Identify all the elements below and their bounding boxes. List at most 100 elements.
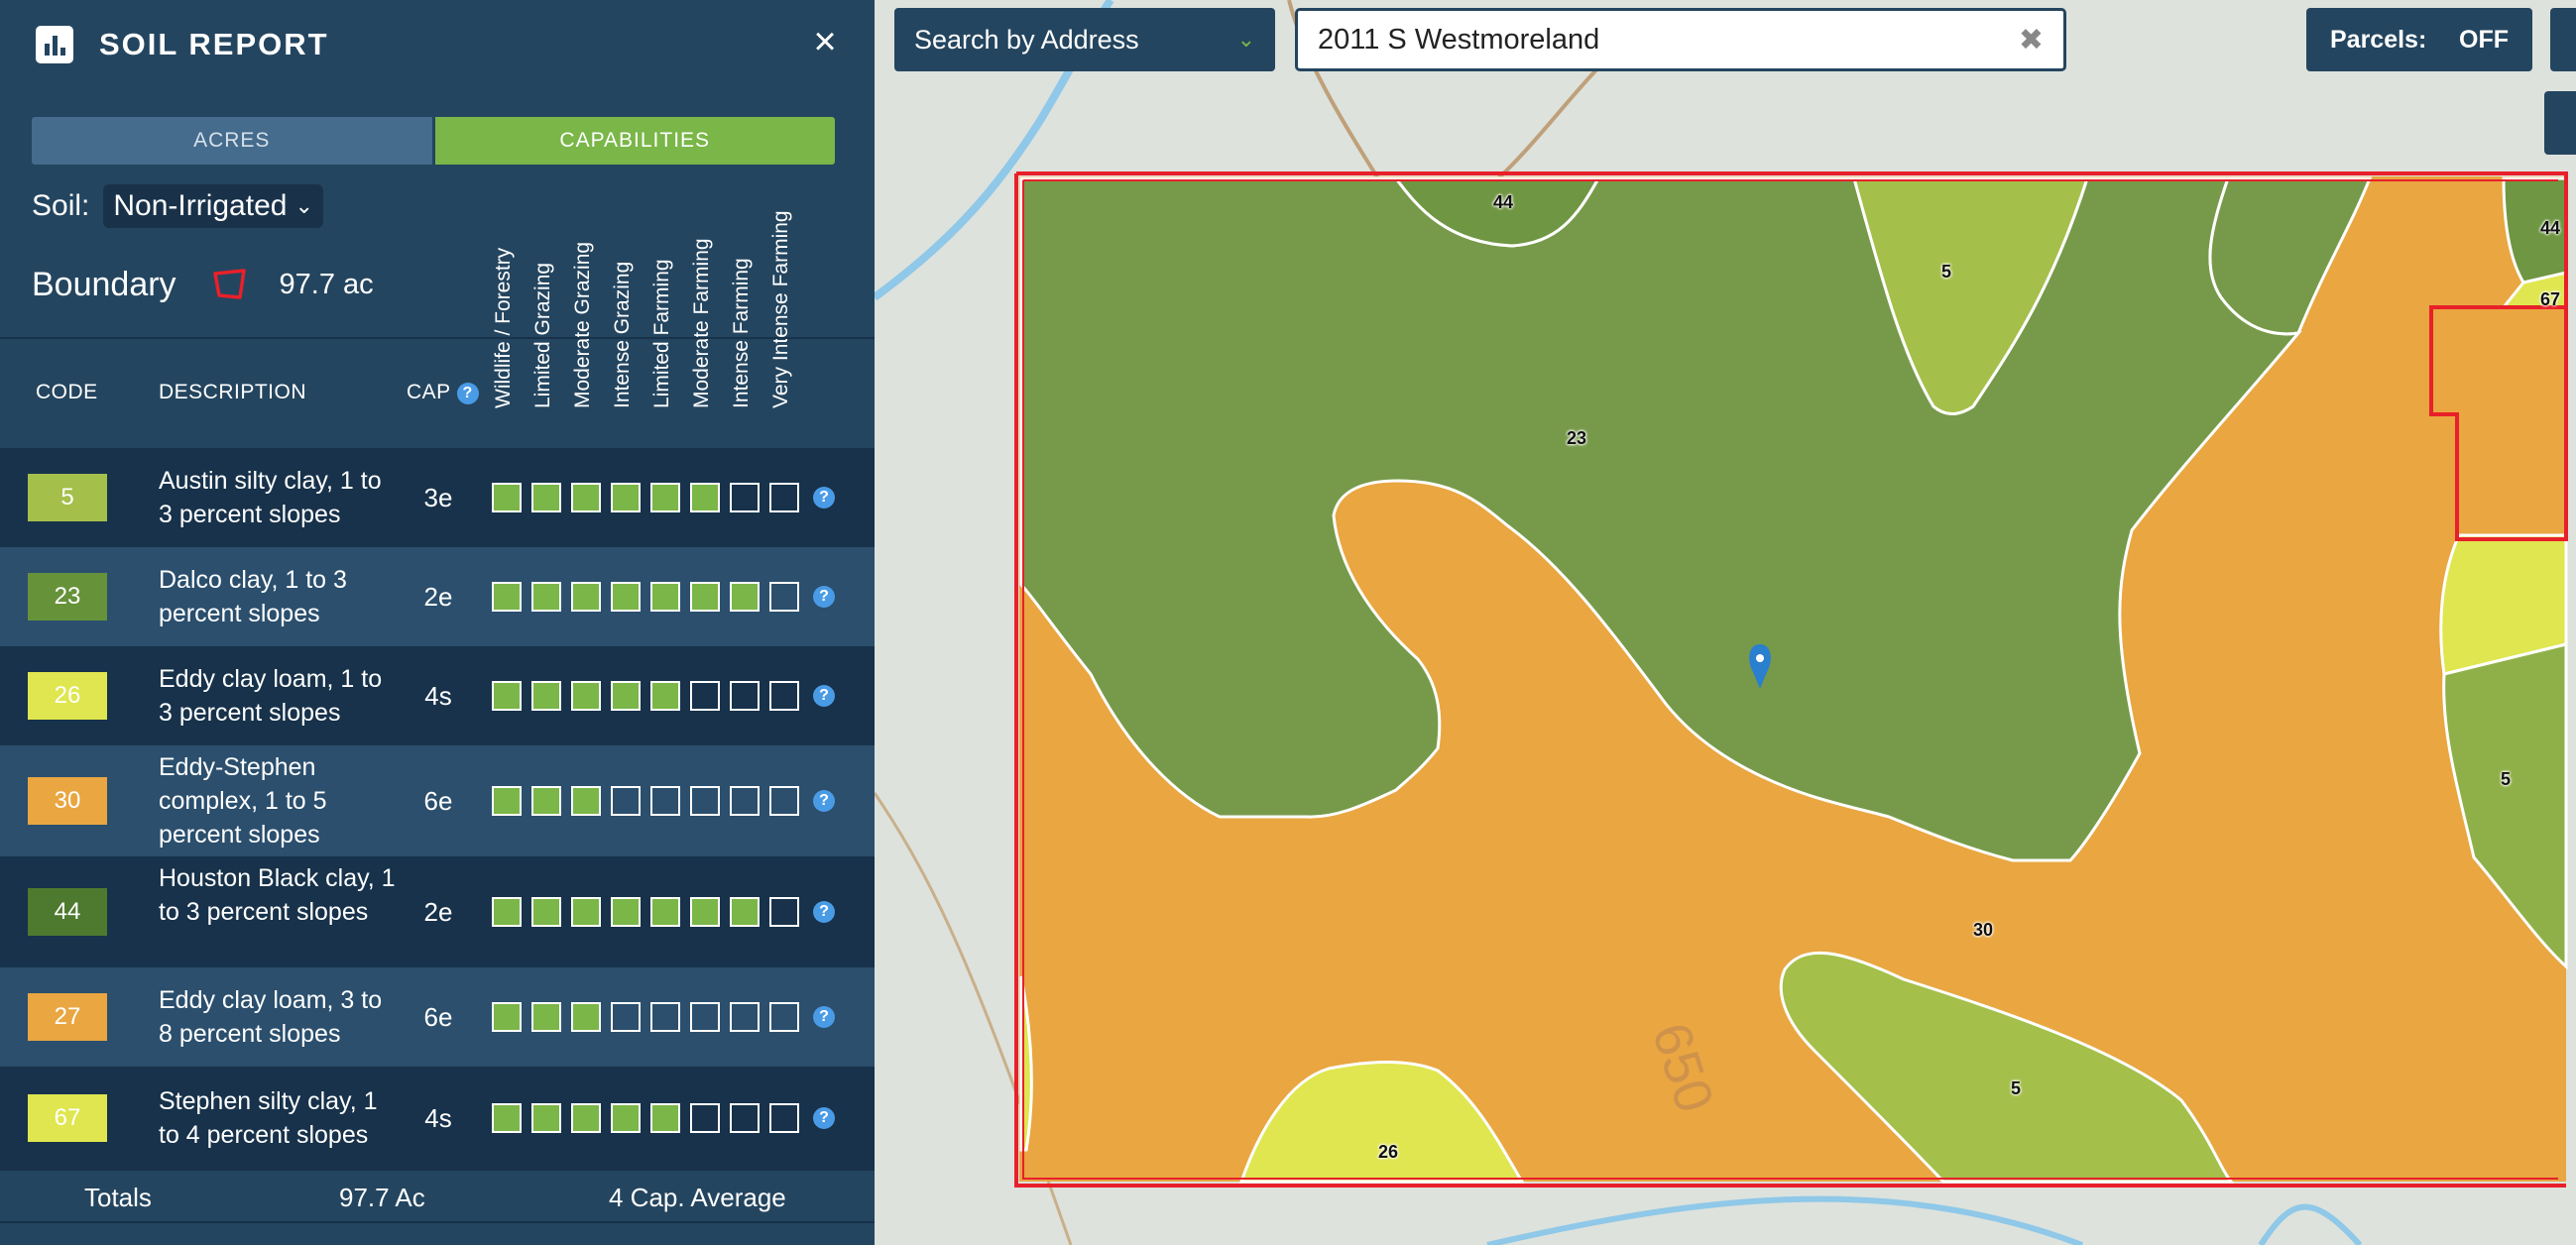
map-view[interactable]: 44 5 23 44 67 5 30 5 26 650 <box>875 0 2576 1245</box>
capability-box <box>611 483 641 512</box>
cap-header: Wildlife / Forestry <box>492 247 515 408</box>
parcels-state: OFF <box>2459 25 2509 54</box>
capability-class: 4s <box>424 681 452 711</box>
divider <box>0 337 875 339</box>
tab-acres[interactable]: ACRES <box>32 117 432 165</box>
capability-box <box>492 1002 522 1032</box>
soil-label: 23 <box>1567 428 1587 448</box>
address-search-value: 2011 S Westmoreland <box>1318 23 1600 56</box>
totals-row: Totals 97.7 Ac 4 Cap. Average <box>0 1170 875 1223</box>
soil-label: 26 <box>1378 1142 1399 1162</box>
parcels-toggle[interactable]: Parcels: OFF <box>2306 8 2532 71</box>
soil-type-value: Non-Irrigated <box>113 189 288 222</box>
capability-box <box>492 483 522 512</box>
soil-label: 5 <box>1941 262 1952 282</box>
help-icon[interactable]: ? <box>813 1006 835 1028</box>
soil-type-select[interactable]: Non-Irrigated ⌄ <box>103 184 323 228</box>
capability-box <box>730 681 760 711</box>
soil-code-badge: 44 <box>28 888 107 936</box>
capability-box <box>531 582 561 612</box>
soil-label: 5 <box>2501 769 2512 789</box>
bar-chart-icon <box>36 26 73 63</box>
panel-header: SOIL REPORT × <box>0 0 875 89</box>
boundary-label: Boundary <box>32 265 176 303</box>
capability-box <box>769 681 799 711</box>
help-icon[interactable]: ? <box>456 383 479 404</box>
help-icon[interactable]: ? <box>813 685 835 707</box>
soil-label: 5 <box>2011 1078 2022 1098</box>
capability-boxes <box>492 582 799 612</box>
soil-description: Austin silty clay, 1 to 3 percent slopes <box>159 467 382 528</box>
help-icon[interactable]: ? <box>813 901 835 923</box>
totals-acres: 97.7 Ac <box>339 1183 425 1212</box>
capability-box <box>611 681 641 711</box>
soil-report-button[interactable] <box>2544 91 2576 155</box>
capability-box <box>492 582 522 612</box>
soil-description: Eddy clay loam, 1 to 3 percent slopes <box>159 665 383 727</box>
help-icon[interactable]: ? <box>813 487 835 509</box>
tab-capabilities[interactable]: CAPABILITIES <box>434 117 835 165</box>
soil-label: 44 <box>1493 192 1514 212</box>
capability-box <box>531 1002 561 1032</box>
parcels-label: Parcels: <box>2330 25 2427 54</box>
soil-code-badge: 27 <box>28 993 107 1041</box>
address-search-input[interactable]: 2011 S Westmoreland ✖ <box>1295 8 2066 71</box>
capability-box <box>571 1103 601 1133</box>
capability-box <box>730 582 760 612</box>
capability-box <box>690 1002 720 1032</box>
panel-title: SOIL REPORT <box>99 27 329 61</box>
capability-box <box>531 483 561 512</box>
capability-class: 6e <box>423 1002 453 1032</box>
col-header-description: DESCRIPTION <box>159 381 307 403</box>
capability-box <box>492 1103 522 1133</box>
table-row[interactable]: 5 Austin silty clay, 1 to 3 percent slope… <box>0 448 875 547</box>
table-row[interactable]: 30 Eddy-Stephen complex, 1 to 5 percent s… <box>0 745 875 856</box>
table-row[interactable]: 67 Stephen silty clay, 1 to 4 percent slo… <box>0 1067 875 1170</box>
soil-label: Soil: <box>32 189 90 222</box>
soil-map[interactable] <box>875 0 2576 1245</box>
cap-header: Moderate Farming <box>690 238 713 408</box>
capability-box <box>492 786 522 816</box>
help-icon[interactable]: ? <box>813 790 835 812</box>
capability-box <box>650 786 680 816</box>
col-header-code: CODE <box>36 381 98 403</box>
search-mode-select[interactable]: Search by Address ⌄ <box>894 8 1275 71</box>
capability-box <box>531 1103 561 1133</box>
help-icon[interactable]: ? <box>813 586 835 608</box>
capability-box <box>611 1103 641 1133</box>
chevron-down-icon: ⌄ <box>294 193 313 218</box>
map-tool-button[interactable] <box>2550 8 2576 71</box>
capability-box <box>531 681 561 711</box>
capability-box <box>650 483 680 512</box>
capability-boxes <box>492 1002 799 1032</box>
capability-box <box>690 681 720 711</box>
report-tabs: ACRES CAPABILITIES <box>32 117 835 165</box>
capability-box <box>650 1103 680 1133</box>
capability-box <box>492 681 522 711</box>
capability-box <box>690 582 720 612</box>
capability-box <box>571 582 601 612</box>
cap-header: Limited Grazing <box>531 262 554 408</box>
cap-header: Intense Grazing <box>611 261 634 408</box>
capability-box <box>571 681 601 711</box>
capability-box <box>730 483 760 512</box>
capability-box <box>571 1002 601 1032</box>
capability-box <box>690 786 720 816</box>
help-icon[interactable]: ? <box>813 1107 835 1129</box>
table-row[interactable]: 26 Eddy clay loam, 1 to 3 percent slopes 4… <box>0 646 875 745</box>
close-icon[interactable]: × <box>805 20 845 63</box>
capability-boxes <box>492 897 799 927</box>
table-row[interactable]: 23 Dalco clay, 1 to 3 percent slopes 2e? <box>0 547 875 646</box>
cap-header: Very Intense Farming <box>769 210 792 408</box>
soil-label: 44 <box>2540 218 2561 238</box>
clear-icon[interactable]: ✖ <box>2019 23 2044 57</box>
capability-box <box>571 786 601 816</box>
capability-box <box>611 897 641 927</box>
table-row[interactable]: 44 Houston Black clay, 1 to 3 percent slo… <box>0 856 875 967</box>
capability-boxes <box>492 483 799 512</box>
capability-box <box>690 897 720 927</box>
boundary-summary: Boundary 97.7 ac <box>32 260 374 309</box>
soil-description: Stephen silty clay, 1 to 4 percent slope… <box>159 1087 378 1149</box>
capability-boxes <box>492 681 799 711</box>
table-row[interactable]: 27 Eddy clay loam, 3 to 8 percent slopes 6… <box>0 967 875 1067</box>
